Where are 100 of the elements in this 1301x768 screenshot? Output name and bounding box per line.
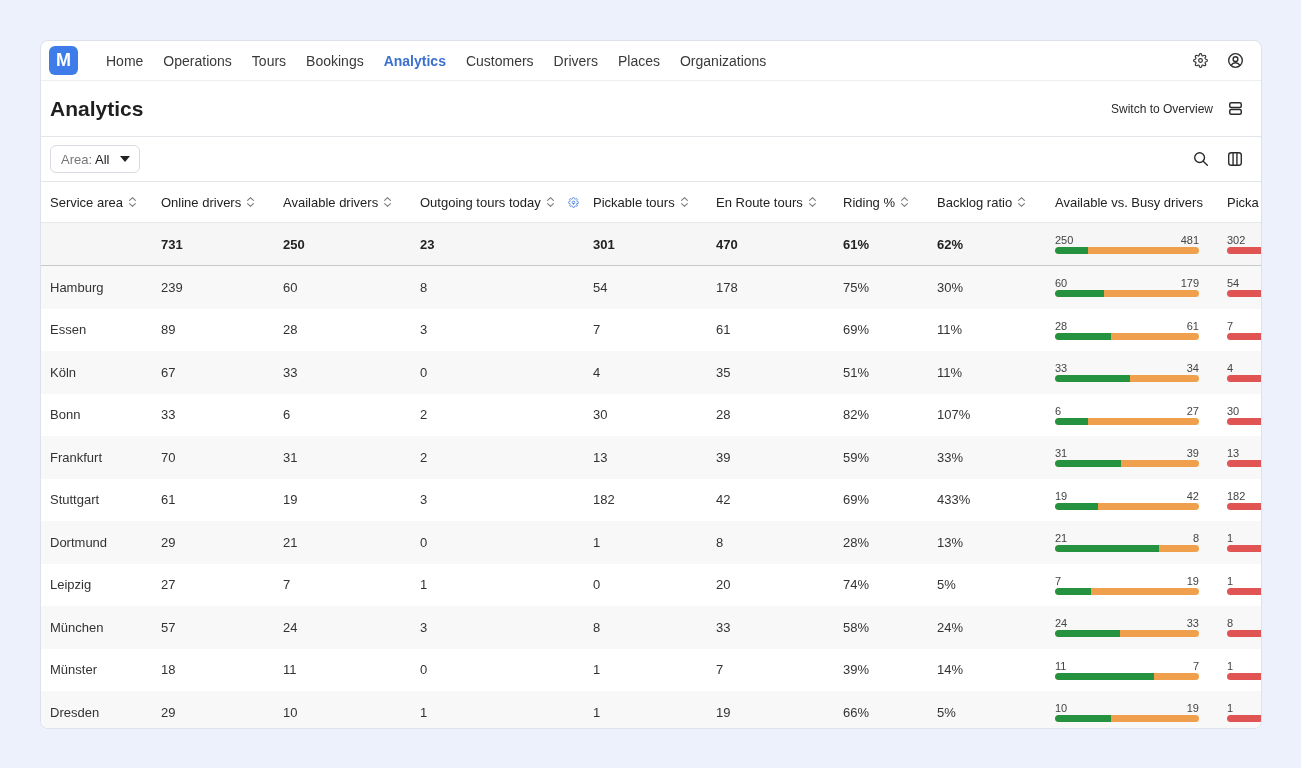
table-cell: 11 xyxy=(283,662,297,678)
bar-value: 24 xyxy=(1055,617,1068,630)
total-value: 23 xyxy=(420,236,435,252)
table-cell: 13 xyxy=(593,449,608,465)
table-cell: 107% xyxy=(937,407,971,423)
column-header[interactable]: En Route tours xyxy=(716,194,816,210)
table-cell: 33% xyxy=(937,449,964,465)
bar-value: 8 xyxy=(1192,532,1199,545)
area-filter-dropdown[interactable]: Area: All xyxy=(50,145,141,173)
column-header[interactable]: Online drivers xyxy=(161,194,255,210)
settings-icon[interactable] xyxy=(1193,53,1208,68)
table-cell: 33 xyxy=(283,364,298,380)
table-cell: 39% xyxy=(843,662,870,678)
column-header[interactable]: Riding % xyxy=(843,194,909,210)
bar-value: 19 xyxy=(1055,489,1068,502)
bar-value: 4 xyxy=(1227,362,1234,375)
table-cell: 61 xyxy=(161,492,176,508)
table-cell: Dortmund xyxy=(50,534,108,550)
table-cell: 3 xyxy=(420,322,428,338)
column-header[interactable]: Available drivers xyxy=(283,194,392,210)
column-header: Picka xyxy=(1227,194,1259,210)
nav-link[interactable]: Bookings xyxy=(306,52,364,69)
table-cell: 18 xyxy=(161,662,176,678)
total-value: 301 xyxy=(593,236,615,252)
table-cell: 31 xyxy=(283,449,298,465)
nav-link[interactable]: Operations xyxy=(163,52,232,69)
table-cell: 19 xyxy=(283,492,298,508)
table-cell: 70 xyxy=(161,449,176,465)
table-cell: 1 xyxy=(593,662,601,678)
table-cell: 28% xyxy=(843,534,870,550)
table-cell: 54 xyxy=(593,279,608,295)
nav-link[interactable]: Drivers xyxy=(553,52,598,69)
column-header[interactable]: Backlog ratio xyxy=(937,194,1026,210)
table-cell: 66% xyxy=(843,704,870,720)
table-cell: Frankfurt xyxy=(50,449,102,465)
table-cell: 74% xyxy=(843,577,870,593)
user-icon[interactable] xyxy=(1228,53,1243,68)
bar-value: 1 xyxy=(1227,702,1234,715)
column-header[interactable]: Pickable tours xyxy=(593,194,688,210)
nav-link[interactable]: Tours xyxy=(251,52,287,69)
bar-value: 19 xyxy=(1186,702,1199,715)
table-cell: 30% xyxy=(937,279,964,295)
bar-value: 27 xyxy=(1186,404,1199,417)
column-header: Available vs. Busy drivers xyxy=(1055,194,1203,210)
bar-value: 8 xyxy=(1227,617,1234,630)
nav-link[interactable]: Customers xyxy=(465,52,534,69)
bar-value: 250 xyxy=(1055,234,1074,246)
bar-value: 481 xyxy=(1180,234,1199,246)
caret-icon xyxy=(120,156,131,162)
table-cell: 5% xyxy=(937,577,956,593)
table-cell: 39 xyxy=(716,449,731,465)
table-cell: 69% xyxy=(843,492,870,508)
table-cell: 61 xyxy=(716,322,731,338)
nav-link[interactable]: Analytics xyxy=(383,52,446,69)
table-cell: 11% xyxy=(937,364,963,380)
bar-value: 182 xyxy=(1227,489,1246,502)
bar-value: 28 xyxy=(1055,319,1068,332)
table-cell: 2 xyxy=(420,407,428,423)
table-cell: 27 xyxy=(161,577,176,593)
nav-link[interactable]: Organizations xyxy=(680,52,767,69)
bar-value: 13 xyxy=(1227,447,1240,460)
table-cell: 0 xyxy=(420,364,428,380)
table-cell: Köln xyxy=(50,364,77,380)
app-logo: M xyxy=(49,46,78,75)
bar-value: 60 xyxy=(1055,277,1068,290)
switch-view-button[interactable]: Switch to Overview xyxy=(1110,101,1242,116)
table-cell: 42 xyxy=(716,492,731,508)
nav-link[interactable]: Home xyxy=(106,52,144,69)
table-cell: 21 xyxy=(283,534,298,550)
search-icon[interactable] xyxy=(1194,152,1208,166)
table-cell: 58% xyxy=(843,619,870,635)
columns-icon[interactable] xyxy=(1228,152,1242,166)
table-cell: 19 xyxy=(716,704,731,720)
table-cell: 11% xyxy=(937,322,963,338)
table-cell: 1 xyxy=(420,704,428,720)
table-cell: 0 xyxy=(420,662,428,678)
table-cell: 7 xyxy=(716,662,724,678)
table-cell: 57 xyxy=(161,619,176,635)
table-cell: 69% xyxy=(843,322,870,338)
table-cell: Hamburg xyxy=(50,279,104,295)
bar-value: 1 xyxy=(1227,574,1234,587)
table-cell: 1 xyxy=(593,704,601,720)
total-value: 731 xyxy=(161,236,183,252)
table-cell: Leipzig xyxy=(50,577,92,593)
table-cell: 10 xyxy=(283,704,298,720)
column-header[interactable]: Service area xyxy=(50,194,136,210)
table-cell: 29 xyxy=(161,704,176,720)
bar-value: 42 xyxy=(1186,489,1199,502)
bar-value: 30 xyxy=(1227,404,1240,417)
bar-value: 34 xyxy=(1186,362,1199,375)
table-cell: 1 xyxy=(593,534,601,550)
table-cell: 178 xyxy=(716,279,738,295)
bar-value: 54 xyxy=(1227,277,1240,290)
column-header[interactable]: Outgoing tours today xyxy=(420,194,554,210)
table-cell: 51% xyxy=(843,364,870,380)
table-cell: 4 xyxy=(593,364,601,380)
nav-link[interactable]: Places xyxy=(617,52,660,69)
table-cell: 0 xyxy=(420,534,428,550)
bar-value: 7 xyxy=(1055,574,1062,587)
table-cell: 35 xyxy=(716,364,731,380)
